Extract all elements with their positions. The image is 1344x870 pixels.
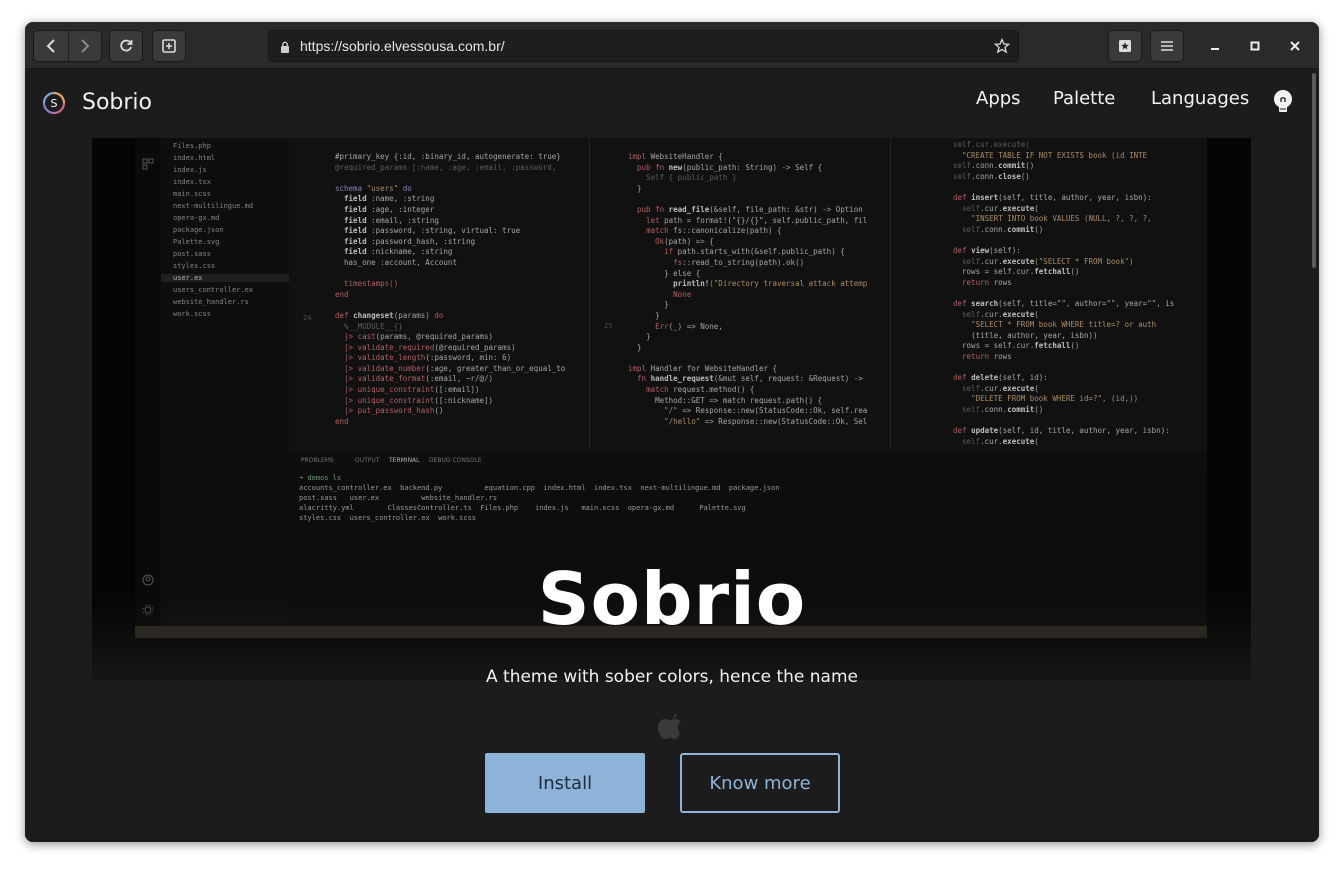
know-more-button[interactable]: Know more bbox=[680, 753, 840, 813]
panel-tabs: PROBLEMS OUTPUT TERMINAL DEBUG CONSOLE bbox=[289, 452, 1207, 468]
panel-tab-active: TERMINAL bbox=[389, 457, 420, 464]
history-nav-group bbox=[33, 30, 102, 62]
reload-button[interactable] bbox=[109, 30, 143, 62]
terminal-line: styles.css users_controller.ex work.scss bbox=[299, 514, 477, 522]
new-tab-icon bbox=[162, 39, 176, 53]
site-header: S Sobrio Apps Palette Languages bbox=[25, 69, 1304, 137]
explorer-file: work.scss bbox=[173, 310, 211, 318]
explorer-file: styles.css bbox=[173, 262, 216, 270]
maximize-icon bbox=[1250, 41, 1260, 51]
terminal-line: alacritty.yml ClassesController.ts Files… bbox=[299, 504, 746, 512]
explorer-file: index.html bbox=[173, 154, 216, 162]
nav-link-palette[interactable]: Palette bbox=[1053, 88, 1115, 109]
main-menu-button[interactable] bbox=[1150, 30, 1184, 62]
chevron-right-icon bbox=[81, 39, 90, 53]
reload-icon bbox=[120, 39, 133, 52]
minimize-icon bbox=[1211, 48, 1219, 50]
toolbar-right-group bbox=[1108, 30, 1184, 62]
explorer-file-active: user.ex bbox=[161, 274, 289, 282]
new-tab-button[interactable] bbox=[152, 30, 186, 62]
editor-pane-python: self.cur.execute( "CREATE TABLE IF NOT E… bbox=[891, 138, 1207, 450]
web-page: S Sobrio Apps Palette Languages Files.ph… bbox=[25, 69, 1319, 842]
forward-button[interactable] bbox=[67, 31, 102, 61]
star-icon bbox=[994, 38, 1010, 54]
terminal-line: accounts_controller.ex backend.py equati… bbox=[299, 484, 780, 492]
page-scrollbar[interactable] bbox=[1310, 69, 1319, 842]
editor-pane-rust: 25 impl WebsiteHandler { pub fn new(publ… bbox=[590, 138, 890, 450]
panel-tab: OUTPUT bbox=[355, 457, 380, 464]
terminal-line: post.sass user.ex website_handler.rs bbox=[299, 494, 498, 502]
panel-tab: DEBUG CONSOLE bbox=[429, 457, 482, 464]
sobrio-logo-icon[interactable]: S bbox=[42, 91, 66, 115]
bookmarks-icon bbox=[1119, 40, 1131, 52]
lightbulb-icon[interactable] bbox=[1272, 89, 1294, 115]
maximize-button[interactable] bbox=[1243, 34, 1267, 58]
explorer-file: Files.php bbox=[173, 142, 211, 150]
url-text[interactable]: https://sobrio.elvessousa.com.br/ bbox=[300, 38, 505, 54]
explorer-file: Palette.svg bbox=[173, 238, 220, 246]
explorer-file: website_handler.rs bbox=[173, 298, 249, 306]
svg-text:S: S bbox=[51, 97, 58, 110]
hamburger-menu-icon bbox=[1161, 41, 1173, 51]
explorer-file: post.sass bbox=[173, 250, 211, 258]
chevron-left-icon bbox=[46, 39, 55, 53]
install-button[interactable]: Install bbox=[485, 753, 645, 813]
explorer-file: opera-gx.md bbox=[173, 214, 220, 222]
browser-toolbar: https://sobrio.elvessousa.com.br/ bbox=[25, 22, 1319, 69]
explorer-file: main.scss bbox=[173, 190, 211, 198]
lock-icon bbox=[281, 41, 289, 53]
hero-subtitle: A theme with sober colors, hence the nam… bbox=[486, 667, 858, 687]
explorer-file: index.js bbox=[173, 166, 207, 174]
close-window-button[interactable] bbox=[1283, 34, 1307, 58]
nav-link-languages[interactable]: Languages bbox=[1151, 88, 1249, 109]
explorer-file: next-multilingue.md bbox=[173, 202, 254, 210]
extensions-icon bbox=[142, 158, 154, 170]
nav-link-apps[interactable]: Apps bbox=[976, 88, 1021, 109]
explorer-file: package.json bbox=[173, 226, 224, 234]
close-icon bbox=[1290, 41, 1300, 51]
panel-tab: PROBLEMS bbox=[301, 457, 334, 464]
minimize-button[interactable] bbox=[1203, 34, 1227, 58]
browser-window: https://sobrio.elvessousa.com.br/ S Sobr… bbox=[25, 22, 1319, 842]
editor-pane-elixir: 24 #primary_key {:id, :binary_id, autoge… bbox=[289, 138, 589, 450]
address-bar[interactable]: https://sobrio.elvessousa.com.br/ bbox=[268, 30, 1019, 62]
scrollbar-thumb[interactable] bbox=[1312, 73, 1316, 268]
site-name[interactable]: Sobrio bbox=[82, 90, 152, 115]
apple-icon bbox=[658, 714, 681, 739]
explorer-file: users_controller.ex bbox=[173, 286, 254, 294]
bookmarks-menu-button[interactable] bbox=[1108, 30, 1142, 62]
back-button[interactable] bbox=[34, 31, 68, 61]
explorer-file: index.tsx bbox=[173, 178, 211, 186]
terminal-prompt: demos ls bbox=[307, 474, 342, 482]
hero-title: Sobrio bbox=[537, 557, 807, 641]
bookmark-button[interactable] bbox=[993, 37, 1011, 55]
